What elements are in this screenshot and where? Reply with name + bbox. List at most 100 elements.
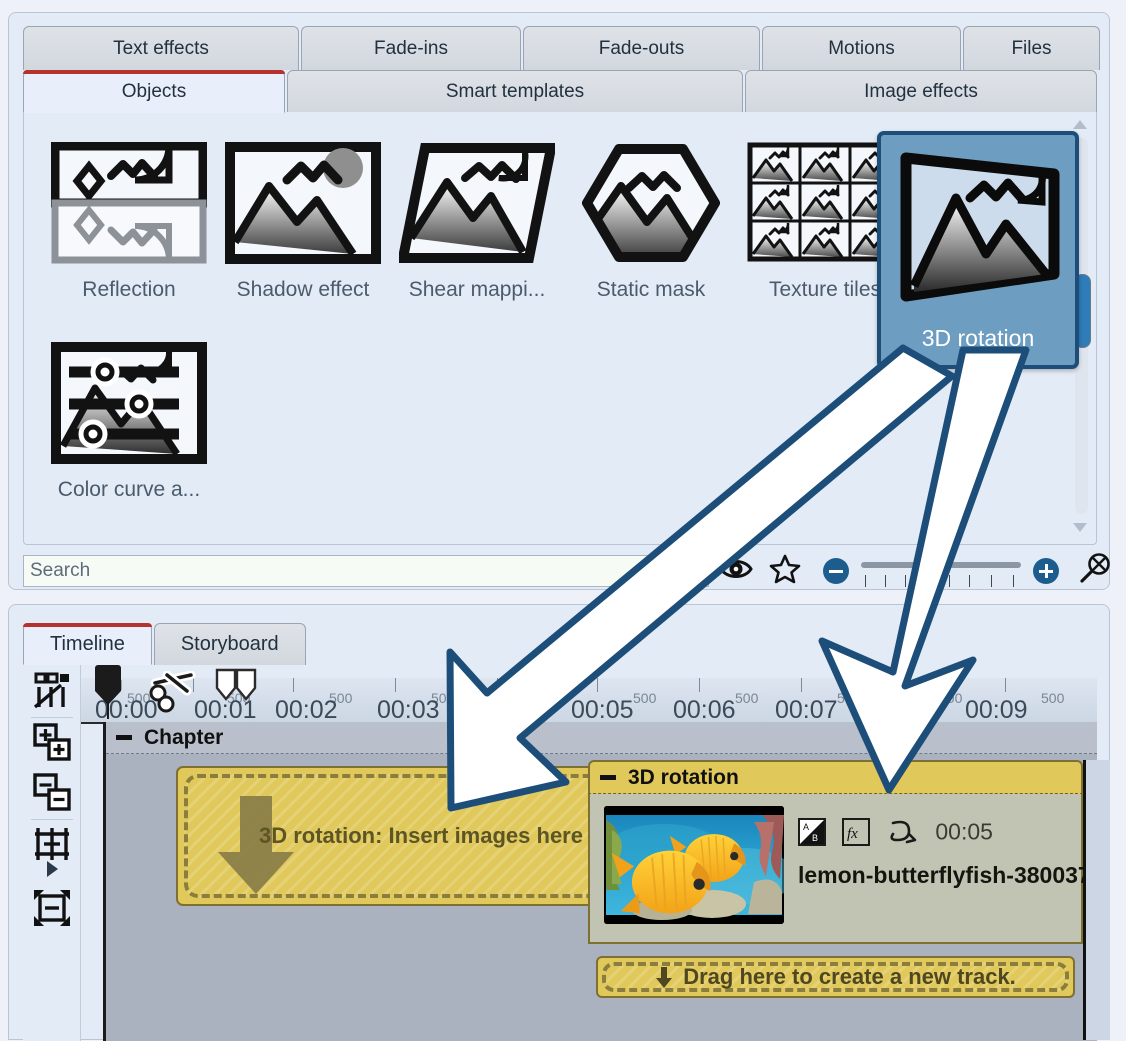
color-curve-icon	[51, 342, 207, 464]
object-label: Reflection	[82, 278, 176, 301]
tab-objects[interactable]: Objects	[23, 70, 285, 113]
clip-badges: A B fx 00:05	[798, 818, 993, 846]
tab-label: Text effects	[113, 37, 209, 59]
shadow-effect-icon	[225, 142, 381, 264]
toggle-marker-view-button[interactable]	[29, 669, 75, 715]
new-track-label: Drag here to create a new track.	[683, 964, 1016, 989]
group-title: 3D rotation	[628, 765, 739, 789]
object-item-shear-mapping[interactable]: Shear mappi...	[390, 120, 564, 320]
static-mask-icon	[573, 142, 729, 264]
object-item-shadow-effect[interactable]: Shadow effect	[216, 120, 390, 320]
remove-track-button[interactable]	[29, 771, 75, 817]
cut-tool-button[interactable]	[147, 670, 199, 720]
add-track-button[interactable]	[29, 721, 75, 767]
scissors-icon	[147, 670, 199, 719]
tab-label: Smart templates	[445, 81, 585, 102]
zoom-slider[interactable]	[861, 562, 1021, 568]
fit-tracks-icon	[31, 887, 73, 934]
scroll-down-arrow-icon[interactable]	[1073, 523, 1087, 532]
tab-label: Motions	[828, 37, 895, 59]
tab-label: Fade-ins	[374, 37, 448, 59]
clip-duration: 00:05	[935, 818, 993, 845]
magnifier-reset-icon	[1077, 552, 1113, 591]
tab-timeline[interactable]: Timeline	[23, 623, 152, 665]
motion-curve-icon[interactable]	[887, 818, 921, 846]
group-body: A B fx 00:05 lemon-butterflyfish-380037_	[588, 794, 1103, 944]
tab-text-effects[interactable]: Text effects	[23, 26, 299, 70]
timeline-tools-column	[23, 665, 81, 1041]
eye-icon	[719, 557, 753, 586]
effects-browser-panel: Text effects Fade-ins Fade-outs Motions …	[8, 12, 1110, 590]
range-markers-icon	[213, 668, 261, 706]
add-track-icon	[31, 721, 73, 768]
object-item-3d-rotation-selected[interactable]: 3D rotation	[877, 131, 1079, 369]
tab-motions[interactable]: Motions	[762, 26, 961, 70]
ruler-label: 00:03	[377, 696, 440, 724]
timeline-group-3d-rotation: 3D rotation A B fx 00:05 lemon-butterfly…	[588, 760, 1103, 1004]
object-label: Static mask	[596, 278, 706, 301]
object-label: Shear mappi...	[408, 278, 546, 301]
reflection-icon	[50, 141, 208, 264]
reset-zoom-button[interactable]	[1077, 552, 1113, 587]
tab-image-effects[interactable]: Image effects	[745, 70, 1097, 113]
new-track-dropzone[interactable]: Drag here to create a new track.	[596, 956, 1075, 998]
app-root: Text effects Fade-ins Fade-outs Motions …	[0, 0, 1126, 1041]
search-input[interactable]	[23, 555, 709, 587]
chapter-track-header[interactable]: Chapter	[106, 722, 1097, 754]
tab-label: Timeline	[50, 632, 125, 655]
fit-tracks-button[interactable]	[29, 887, 75, 933]
object-item-static-mask[interactable]: Static mask	[564, 120, 738, 320]
tab-storyboard[interactable]: Storyboard	[153, 623, 306, 665]
tab-fade-ins[interactable]: Fade-ins	[301, 26, 521, 70]
object-label: Color curve a...	[57, 478, 201, 501]
tab-label: Objects	[121, 80, 187, 102]
minus-icon[interactable]	[114, 728, 134, 748]
minus-circle-icon	[823, 558, 849, 584]
playhead-handle[interactable]	[95, 665, 121, 691]
ruler-label: 00:07	[775, 696, 838, 724]
clip-thumbnail[interactable]	[604, 806, 784, 924]
tab-label: Storyboard	[180, 633, 279, 655]
effects-fx-icon[interactable]: fx	[842, 818, 871, 846]
tab-fade-outs[interactable]: Fade-outs	[523, 26, 760, 70]
svg-text:B: B	[812, 833, 818, 843]
down-arrow-icon	[655, 965, 673, 989]
zoom-out-button[interactable]	[823, 555, 849, 587]
dropzone-label: 3D rotation: Insert images here	[259, 823, 583, 848]
tab-label: Fade-outs	[598, 37, 685, 59]
shear-mapping-icon	[396, 142, 558, 264]
object-item-color-curve[interactable]: Color curve a...	[42, 320, 216, 520]
active-tab-indicator	[23, 70, 285, 74]
tab-files[interactable]: Files	[963, 26, 1100, 70]
zoom-in-button[interactable]	[1033, 555, 1059, 587]
ruler-label: 00:09	[965, 696, 1028, 724]
ruler-label: 00:05	[571, 696, 634, 724]
svg-text:A: A	[803, 822, 809, 832]
tab-label: Files	[1011, 37, 1052, 59]
minus-icon[interactable]	[598, 768, 618, 788]
object-label: 3D rotation	[921, 325, 1035, 351]
timeline-view-tabs: Timeline Storyboard	[23, 623, 308, 665]
toggle-marker-view-icon	[31, 669, 73, 716]
playhead[interactable]	[95, 665, 121, 719]
svg-text:fx: fx	[847, 826, 858, 842]
tab-smart-templates[interactable]: Smart templates	[287, 70, 743, 113]
object-item-reflection[interactable]: Reflection	[42, 120, 216, 320]
new-track-dropzone-inner: Drag here to create a new track.	[602, 962, 1069, 992]
favorites-button[interactable]	[769, 553, 801, 590]
preview-toggle-button[interactable]	[719, 555, 753, 587]
range-markers[interactable]	[213, 668, 261, 707]
effects-subcategory-tabs-row2: Objects Smart templates Image effects	[23, 70, 1099, 113]
effects-category-tabs-row1: Text effects Fade-ins Fade-outs Motions …	[23, 26, 1102, 70]
playhead-line	[107, 703, 109, 719]
3d-rotation-icon	[894, 146, 1066, 316]
expand-arrow-button[interactable]	[29, 859, 75, 883]
object-label: Shadow effect	[236, 278, 370, 301]
transition-a-b-icon[interactable]: A B	[798, 818, 826, 846]
expand-arrow-icon	[43, 858, 61, 885]
group-header[interactable]: 3D rotation	[588, 760, 1083, 794]
scroll-up-arrow-icon[interactable]	[1073, 120, 1087, 129]
plus-circle-icon	[1033, 558, 1059, 584]
ruler-label: 00:06	[673, 696, 736, 724]
star-icon	[769, 553, 801, 590]
